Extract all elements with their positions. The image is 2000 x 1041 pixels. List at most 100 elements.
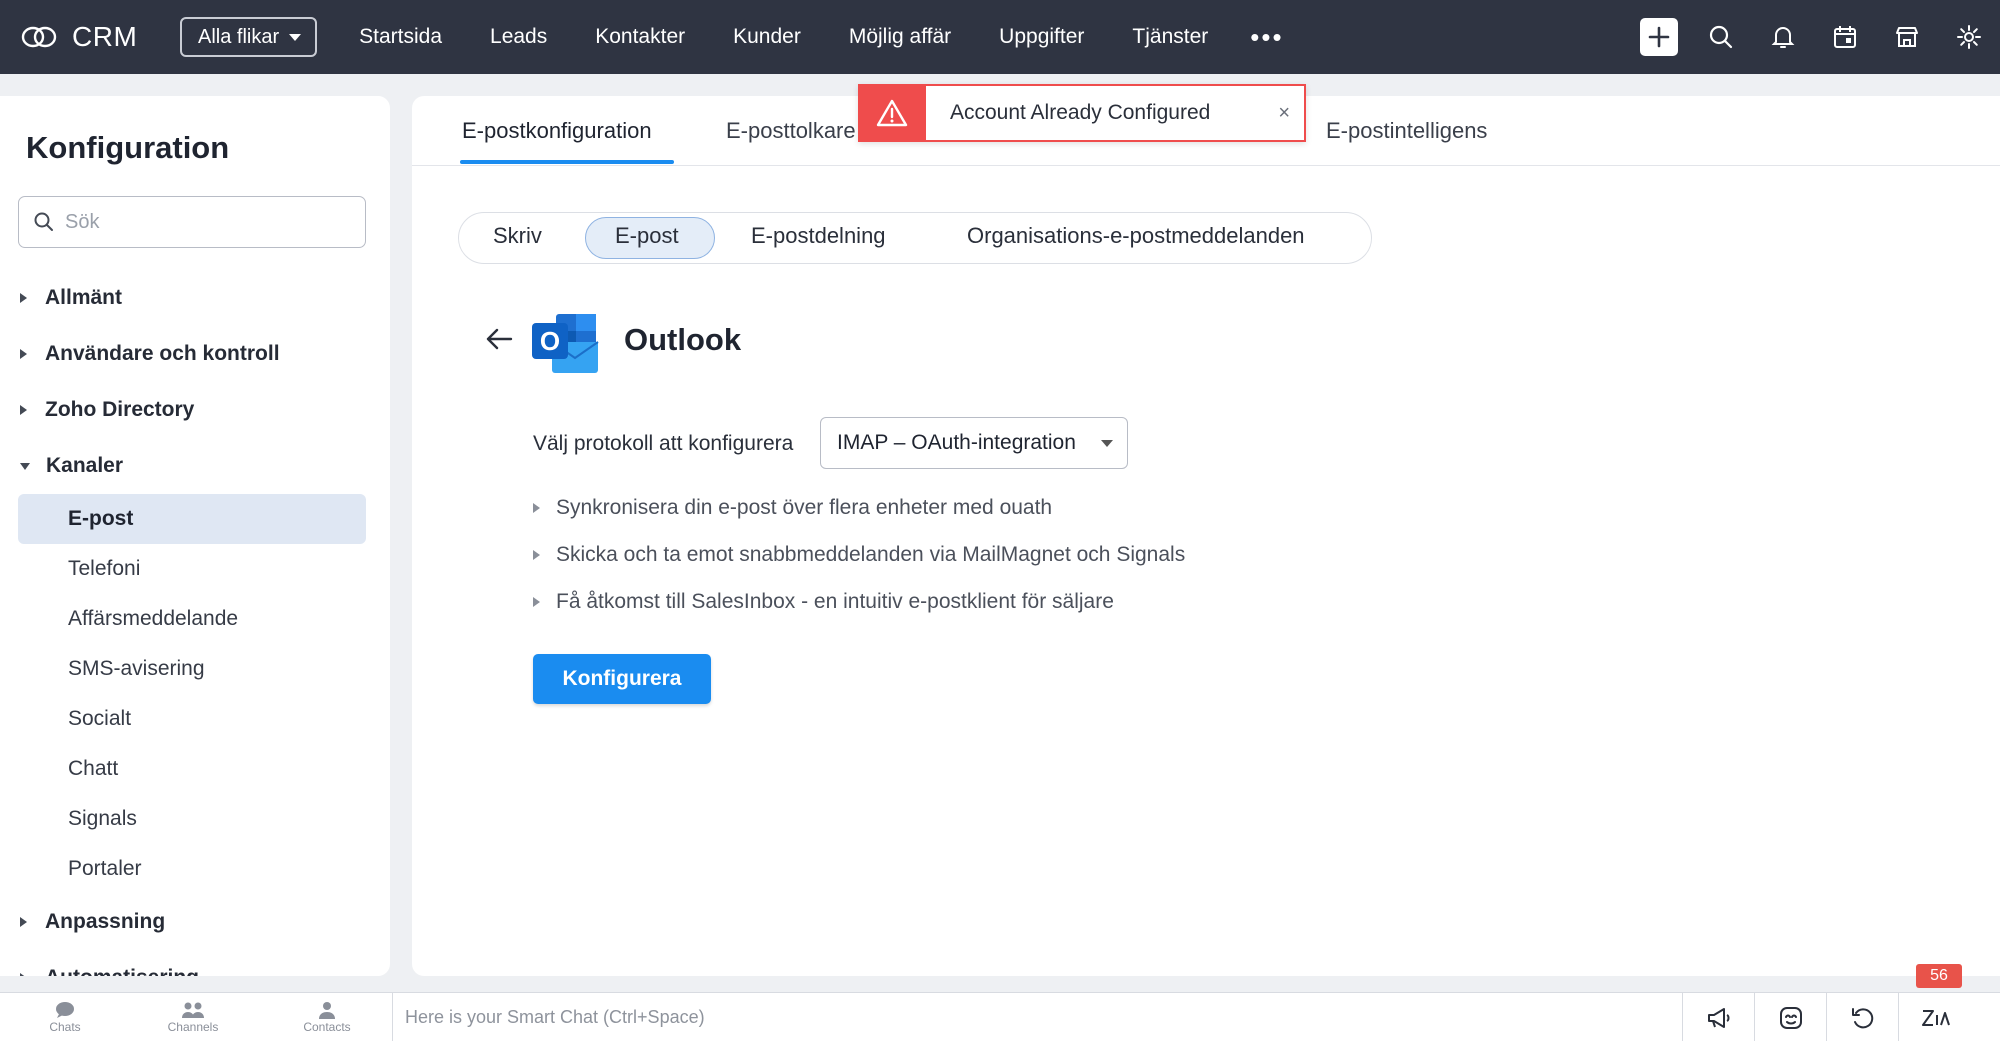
bottom-channels-label: Channels: [167, 1020, 219, 1034]
toast-message: Account Already Configured: [950, 101, 1211, 124]
subtab-e-postdelning[interactable]: E-postdelning: [751, 223, 886, 249]
more-modules-button[interactable]: •••: [1232, 22, 1301, 53]
sidebar-group-anvandare[interactable]: Användare och kontroll: [0, 326, 390, 382]
bell-icon: [1771, 27, 1795, 48]
calendar-button[interactable]: [1814, 0, 1876, 74]
sidebar-item-socialt[interactable]: Socialt: [0, 694, 390, 744]
configure-button[interactable]: Konfigurera: [533, 654, 711, 704]
feature-text: Synkronisera din e-post över flera enhet…: [556, 496, 1053, 519]
protocol-value: IMAP – OAuth-integration: [837, 431, 1076, 454]
notification-count-badge: 56: [1916, 964, 1962, 988]
tab-e-postkonfiguration[interactable]: E-postkonfiguration: [462, 118, 652, 144]
caret-right-icon: [20, 293, 27, 303]
sidebar-item-sms-avisering[interactable]: SMS-avisering: [0, 644, 390, 694]
sidebar-group-zoho-directory[interactable]: Zoho Directory: [0, 382, 390, 438]
smart-chat-input[interactable]: [405, 1007, 1305, 1028]
bottom-bar: Chats Channels Contacts: [0, 992, 2000, 1041]
email-subtabs: Skriv E-post E-postdelning Organisations…: [458, 212, 1372, 264]
nav-tjanster[interactable]: Tjänster: [1108, 25, 1232, 49]
brand-name: CRM: [72, 21, 138, 52]
plus-icon: [1640, 18, 1678, 56]
sidebar-item-e-post[interactable]: E-post: [18, 494, 366, 544]
subtab-skriv[interactable]: Skriv: [493, 223, 542, 249]
warning-icon: [858, 84, 926, 142]
bottom-contacts[interactable]: Contacts: [262, 993, 392, 1041]
sidebar-item-signals[interactable]: Signals: [0, 794, 390, 844]
bottom-contacts-label: Contacts: [303, 1020, 351, 1034]
nav-kontakter[interactable]: Kontakter: [571, 25, 709, 49]
search-button[interactable]: [1690, 0, 1752, 74]
settings-sidebar: Konfiguration Allmänt Användare och kont…: [0, 96, 390, 976]
smart-chat-bar[interactable]: [392, 993, 1682, 1041]
svg-text:O: O: [540, 326, 560, 356]
nav-kunder[interactable]: Kunder: [709, 25, 825, 49]
sidebar-item-affarsmeddelande[interactable]: Affärsmeddelande: [0, 594, 390, 644]
sidebar-group-automatisering[interactable]: Automatisering: [0, 950, 390, 976]
feature-text: Få åtkomst till SalesInbox - en intuitiv…: [556, 590, 1114, 613]
sidebar-item-portaler[interactable]: Portaler: [0, 844, 390, 894]
assistant-icon: [1779, 1006, 1802, 1029]
error-toast: Account Already Configured ×: [858, 84, 1306, 142]
provider-title: Outlook: [624, 322, 742, 357]
sidebar-group-kanaler[interactable]: Kanaler: [0, 438, 390, 494]
marketplace-button[interactable]: [1876, 0, 1938, 74]
caret-down-icon: [20, 462, 30, 470]
chevron-down-icon: [289, 33, 302, 41]
search-icon: [34, 212, 53, 231]
feature-item: Få åtkomst till SalesInbox - en intuitiv…: [533, 590, 1114, 614]
announcements-button[interactable]: [1682, 993, 1754, 1041]
close-icon[interactable]: ×: [1278, 102, 1290, 125]
sidebar-item-telefoni[interactable]: Telefoni: [0, 544, 390, 594]
back-button[interactable]: [484, 326, 514, 357]
sidebar-group-label: Användare och kontroll: [45, 342, 280, 365]
tab-e-postintelligens[interactable]: E-postintelligens: [1326, 118, 1487, 144]
sidebar-search[interactable]: [18, 196, 366, 248]
protocol-select[interactable]: IMAP – OAuth-integration: [820, 417, 1128, 469]
nav-startsida[interactable]: Startsida: [335, 25, 466, 49]
megaphone-icon: [1707, 1007, 1729, 1028]
chevron-down-icon: [1101, 440, 1113, 447]
feature-text: Skicka och ta emot snabbmeddelanden via …: [556, 543, 1186, 566]
module-tabs: Startsida Leads Kontakter Kunder Möjlig …: [335, 22, 1301, 53]
sidebar-title: Konfiguration: [26, 130, 230, 165]
sidebar-group-label: Kanaler: [46, 454, 124, 477]
zia-button[interactable]: [1898, 993, 1970, 1041]
group-icon: [182, 1002, 204, 1018]
bottom-chats[interactable]: Chats: [0, 993, 130, 1041]
zia-icon: [1921, 1009, 1950, 1026]
all-tabs-dropdown[interactable]: Alla flikar: [180, 17, 318, 57]
subtab-organisations-e-post[interactable]: Organisations-e-postmeddelanden: [967, 223, 1305, 249]
all-tabs-label: Alla flikar: [198, 25, 280, 48]
nav-leads[interactable]: Leads: [466, 25, 571, 49]
sidebar-search-input[interactable]: [65, 210, 345, 234]
caret-right-icon: [20, 973, 27, 976]
caret-right-icon: [20, 917, 27, 927]
sidebar-group-anpassning[interactable]: Anpassning: [0, 894, 390, 950]
sidebar-group-label: Anpassning: [45, 910, 166, 933]
assistant-button[interactable]: [1754, 993, 1826, 1041]
crm-brand[interactable]: CRM: [20, 21, 160, 53]
chat-bubble-icon: [56, 1002, 74, 1018]
arrow-left-icon: [486, 328, 513, 350]
active-tab-indicator: [460, 160, 674, 164]
nav-mojlig-affar[interactable]: Möjlig affär: [825, 25, 975, 49]
caret-right-icon: [20, 405, 27, 415]
calendar-icon: [1834, 26, 1856, 48]
subtab-e-post[interactable]: E-post: [615, 223, 679, 249]
sidebar-item-chatt[interactable]: Chatt: [0, 744, 390, 794]
sidebar-group-label: Zoho Directory: [45, 398, 195, 421]
top-navigation-bar: CRM Alla flikar Startsida Leads Kontakte…: [0, 0, 2000, 74]
bottom-chats-label: Chats: [49, 1020, 81, 1034]
caret-right-icon: [533, 597, 540, 607]
setup-button[interactable]: [1938, 0, 2000, 74]
bottom-channels[interactable]: Channels: [128, 993, 258, 1041]
sidebar-group-allmant[interactable]: Allmänt: [0, 270, 390, 326]
sidebar-group-label: Allmänt: [45, 286, 123, 309]
tab-e-posttolkare[interactable]: E-posttolkare: [726, 118, 856, 144]
notifications-button[interactable]: [1752, 0, 1814, 74]
create-button[interactable]: [1628, 0, 1690, 74]
sync-button[interactable]: [1826, 993, 1898, 1041]
search-icon: [1709, 25, 1733, 49]
nav-uppgifter[interactable]: Uppgifter: [975, 25, 1108, 49]
gear-icon: [1957, 25, 1981, 49]
